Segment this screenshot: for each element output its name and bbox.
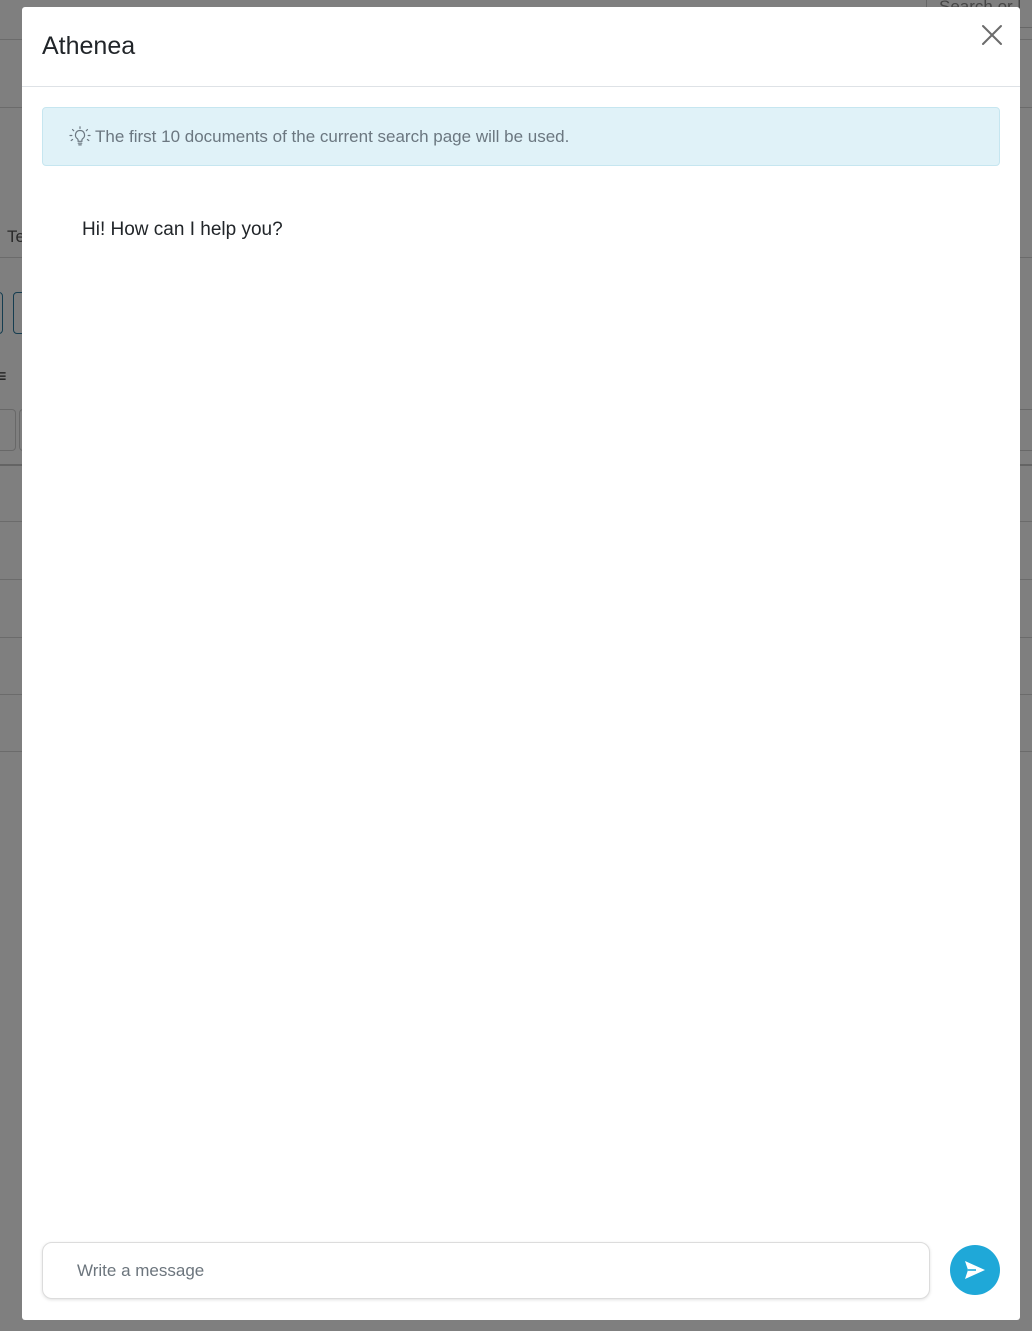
info-alert: The first 10 documents of the current se… [42,107,1000,166]
close-icon [982,25,1002,45]
lightbulb-icon [68,125,92,148]
message-input[interactable] [43,1243,929,1298]
modal-title: Athenea [42,32,136,60]
message-composer [42,1242,930,1299]
assistant-message: Hi! How can I help you? [82,219,283,240]
modal-header: Athenea [22,7,1020,87]
send-icon [965,1261,985,1279]
close-button[interactable] [980,23,1004,47]
send-button[interactable] [950,1245,1000,1295]
athenea-chat-modal: Athenea The first 10 documents of the cu… [22,7,1020,1320]
alert-text: The first 10 documents of the current se… [95,126,570,146]
